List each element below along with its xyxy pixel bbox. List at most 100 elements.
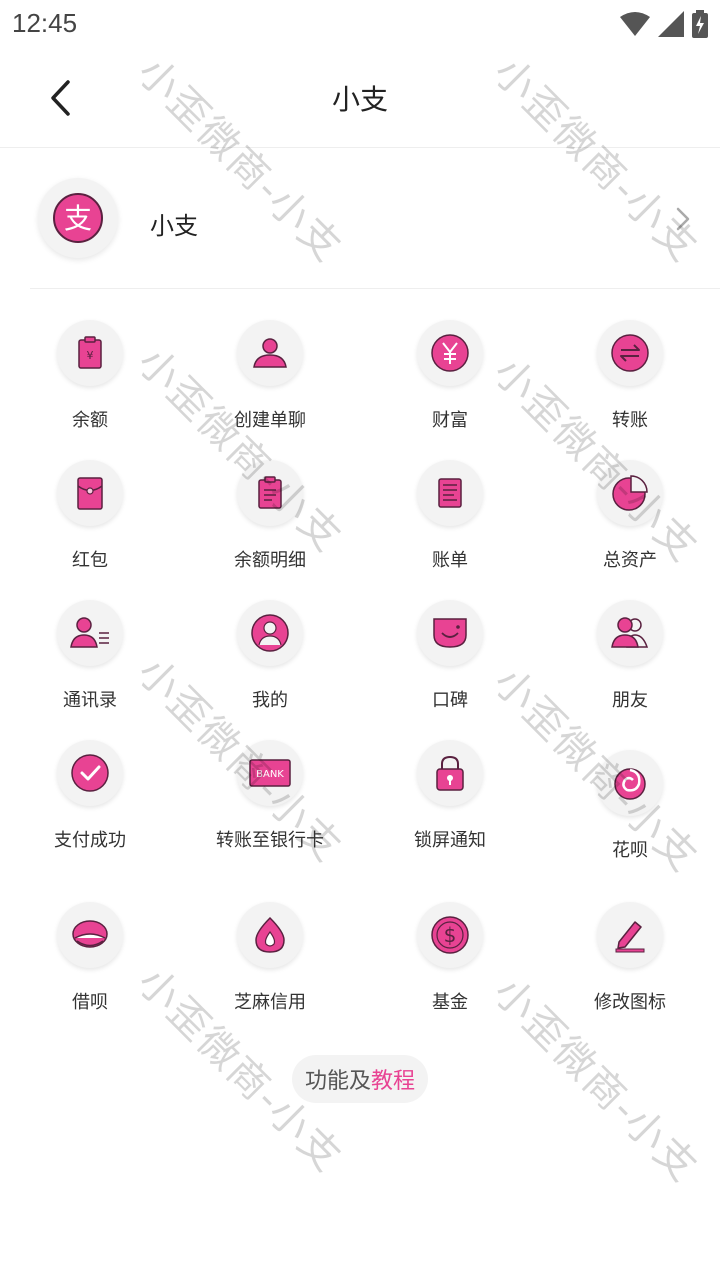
grid-label: 账单 bbox=[432, 550, 468, 571]
icon-circle bbox=[417, 740, 483, 806]
icon-circle: BANK bbox=[237, 740, 303, 806]
alipay-logo-icon: 支 bbox=[53, 193, 103, 243]
icon-circle bbox=[597, 902, 663, 968]
grid-item-wealth[interactable]: 财富 bbox=[360, 320, 540, 440]
grid-item-bank-transfer[interactable]: BANK 转账至银行卡 bbox=[180, 740, 360, 860]
icon-circle bbox=[57, 600, 123, 666]
grid-item-total-assets[interactable]: 总资产 bbox=[540, 460, 720, 580]
koubei-icon bbox=[433, 618, 467, 648]
bank-badge: BANK bbox=[256, 769, 284, 780]
grid-label: 借呗 bbox=[72, 992, 108, 1013]
icon-circle bbox=[57, 740, 123, 806]
avatar-glyph: 支 bbox=[64, 202, 92, 235]
transfer-icon bbox=[611, 334, 649, 372]
icon-circle bbox=[57, 902, 123, 968]
icon-circle bbox=[597, 460, 663, 526]
grid-item-edit-icon[interactable]: 修改图标 bbox=[540, 902, 720, 1022]
icon-circle bbox=[417, 320, 483, 386]
profile-name: 小支 bbox=[150, 212, 198, 240]
icon-circle bbox=[237, 460, 303, 526]
grid-label: 通讯录 bbox=[63, 690, 117, 711]
icon-circle: ¥ bbox=[57, 320, 123, 386]
battery-icon bbox=[692, 10, 708, 38]
chevron-right-icon bbox=[676, 207, 690, 231]
check-icon bbox=[71, 754, 109, 792]
wifi-icon bbox=[620, 12, 650, 36]
grid-item-create-chat[interactable]: 创建单聊 bbox=[180, 320, 360, 440]
grid-label: 红包 bbox=[72, 550, 108, 571]
grid-label: 余额明细 bbox=[234, 550, 306, 571]
tutorial-label-part2: 教程 bbox=[371, 1069, 416, 1094]
lock-icon bbox=[436, 755, 464, 791]
grid-item-lock-notice[interactable]: 锁屏通知 bbox=[360, 740, 540, 860]
status-bar: 12:45 bbox=[0, 0, 720, 48]
icon-circle bbox=[417, 460, 483, 526]
divider bbox=[30, 288, 720, 289]
user-icon bbox=[253, 338, 287, 368]
grid-label: 我的 bbox=[252, 690, 288, 711]
tutorial-label-part1: 功能及 bbox=[304, 1069, 371, 1094]
grid-label: 财富 bbox=[432, 410, 468, 431]
pie-icon bbox=[612, 475, 648, 511]
status-time: 12:45 bbox=[12, 8, 78, 38]
friends-icon bbox=[611, 617, 649, 648]
red-packet-icon bbox=[77, 477, 103, 510]
grid-label: 芝麻信用 bbox=[234, 992, 306, 1013]
grid-label: 转账至银行卡 bbox=[216, 830, 324, 851]
grid-label: 花呗 bbox=[612, 840, 648, 861]
grid-item-fund[interactable]: $ 基金 bbox=[360, 902, 540, 1022]
bill-icon bbox=[438, 478, 462, 508]
grid-label: 支付成功 bbox=[54, 830, 126, 851]
icon-circle bbox=[417, 600, 483, 666]
status-icons bbox=[620, 10, 708, 38]
clipboard-icon bbox=[258, 476, 282, 509]
svg-text:$: $ bbox=[444, 923, 457, 947]
grid-item-huabei[interactable]: 花呗 bbox=[540, 750, 720, 870]
icon-circle: $ bbox=[417, 902, 483, 968]
sesame-icon bbox=[255, 916, 285, 953]
grid-item-contacts[interactable]: 通讯录 bbox=[0, 600, 180, 720]
grid-label: 修改图标 bbox=[594, 992, 666, 1013]
profile-row[interactable]: 支 小支 bbox=[0, 150, 720, 288]
grid-item-payment-success[interactable]: 支付成功 bbox=[0, 740, 180, 860]
icon-circle bbox=[597, 320, 663, 386]
grid-item-balance-detail[interactable]: 余额明细 bbox=[180, 460, 360, 580]
yuan-icon bbox=[431, 334, 469, 372]
icon-circle bbox=[597, 600, 663, 666]
grid-item-mine[interactable]: 我的 bbox=[180, 600, 360, 720]
signal-icon bbox=[658, 11, 684, 37]
grid-item-bill[interactable]: 账单 bbox=[360, 460, 540, 580]
contacts-icon bbox=[70, 617, 109, 648]
grid-label: 余额 bbox=[72, 410, 108, 431]
grid-item-transfer[interactable]: 转账 bbox=[540, 320, 720, 440]
grid-item-balance[interactable]: ¥ 余额 bbox=[0, 320, 180, 440]
grid-label: 朋友 bbox=[612, 690, 648, 711]
svg-text:¥: ¥ bbox=[87, 349, 94, 362]
icon-circle bbox=[237, 600, 303, 666]
app-bar: 小支 bbox=[0, 48, 720, 148]
bank-card-icon: BANK bbox=[249, 759, 291, 787]
tutorial-button[interactable]: 功能及 教程 bbox=[292, 1055, 428, 1103]
icon-circle bbox=[237, 902, 303, 968]
dollar-icon: $ bbox=[431, 916, 469, 954]
huabei-icon bbox=[614, 768, 646, 800]
edit-icon bbox=[615, 921, 645, 953]
avatar: 支 bbox=[38, 178, 118, 258]
jiebei-icon bbox=[72, 920, 108, 948]
grid-item-friends[interactable]: 朋友 bbox=[540, 600, 720, 720]
grid-label: 基金 bbox=[432, 992, 468, 1013]
grid-label: 转账 bbox=[612, 410, 648, 431]
icon-circle bbox=[597, 750, 663, 816]
grid-label: 总资产 bbox=[603, 550, 657, 571]
grid-label: 锁屏通知 bbox=[414, 830, 486, 851]
icon-circle bbox=[237, 320, 303, 386]
grid-label: 口碑 bbox=[432, 690, 468, 711]
grid-item-koubei[interactable]: 口碑 bbox=[360, 600, 540, 720]
grid-item-sesame-credit[interactable]: 芝麻信用 bbox=[180, 902, 360, 1022]
page-title: 小支 bbox=[331, 83, 388, 116]
grid-item-red-packet[interactable]: 红包 bbox=[0, 460, 180, 580]
grid-item-jiebei[interactable]: 借呗 bbox=[0, 902, 180, 1022]
profile-icon bbox=[251, 614, 289, 652]
balance-icon: ¥ bbox=[78, 336, 102, 369]
grid-label: 创建单聊 bbox=[234, 410, 306, 431]
